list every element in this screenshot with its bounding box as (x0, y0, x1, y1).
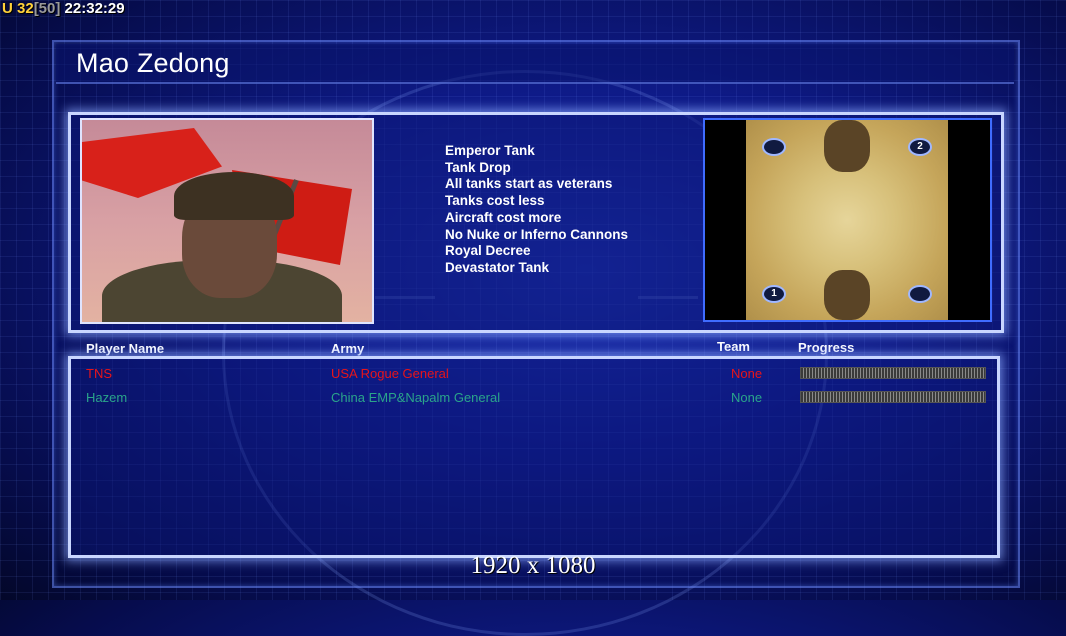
map-preview: 2 1 (703, 118, 992, 322)
player-list-panel (68, 356, 1000, 558)
debug-hud: U 32[50] 22:32:29 (2, 0, 125, 17)
map-rock (824, 270, 870, 320)
map-rock (824, 120, 870, 172)
progress-bar (800, 367, 986, 379)
general-name: Mao Zedong (76, 48, 230, 78)
trait-item: Royal Decree (445, 243, 531, 259)
header-team: Team (717, 339, 750, 354)
progress-bar (800, 391, 986, 403)
unit-count: U 32 (2, 0, 34, 17)
trait-item: Tanks cost less (445, 193, 545, 209)
header-army: Army (331, 341, 365, 356)
trait-item: Devastator Tank (445, 259, 550, 275)
player-team: None (731, 390, 763, 405)
map-terrain: 2 1 (746, 120, 948, 320)
trait-item: No Nuke or Inferno Cannons (445, 226, 629, 242)
header-progress: Progress (798, 340, 855, 355)
map-spawn-1: 1 (762, 285, 786, 303)
trait-item: All tanks start as veterans (445, 176, 613, 192)
player-name: TNS (86, 366, 112, 381)
resolution-label: 1920 x 1080 (470, 552, 596, 579)
portrait-cap (174, 172, 294, 220)
map-spawn-2: 2 (908, 138, 932, 156)
map-spawn-empty (908, 285, 932, 303)
player-army: China EMP&Napalm General (331, 390, 501, 405)
trait-item: Emperor Tank (445, 143, 535, 158)
header-player-name: Player Name (86, 341, 165, 356)
general-traits-list: Emperor Tank Tank Drop All tanks start a… (445, 143, 628, 277)
map-spawn-empty (762, 138, 786, 156)
trait-item: Aircraft cost more (445, 209, 562, 225)
player-name: Hazem (86, 390, 128, 405)
clock: 22:32:29 (64, 0, 125, 17)
player-army: USA Rogue General (331, 366, 449, 381)
unit-bracket: [50] (33, 0, 61, 17)
general-portrait (80, 118, 374, 324)
player-team: None (731, 366, 763, 381)
trait-item: Tank Drop (445, 159, 511, 175)
